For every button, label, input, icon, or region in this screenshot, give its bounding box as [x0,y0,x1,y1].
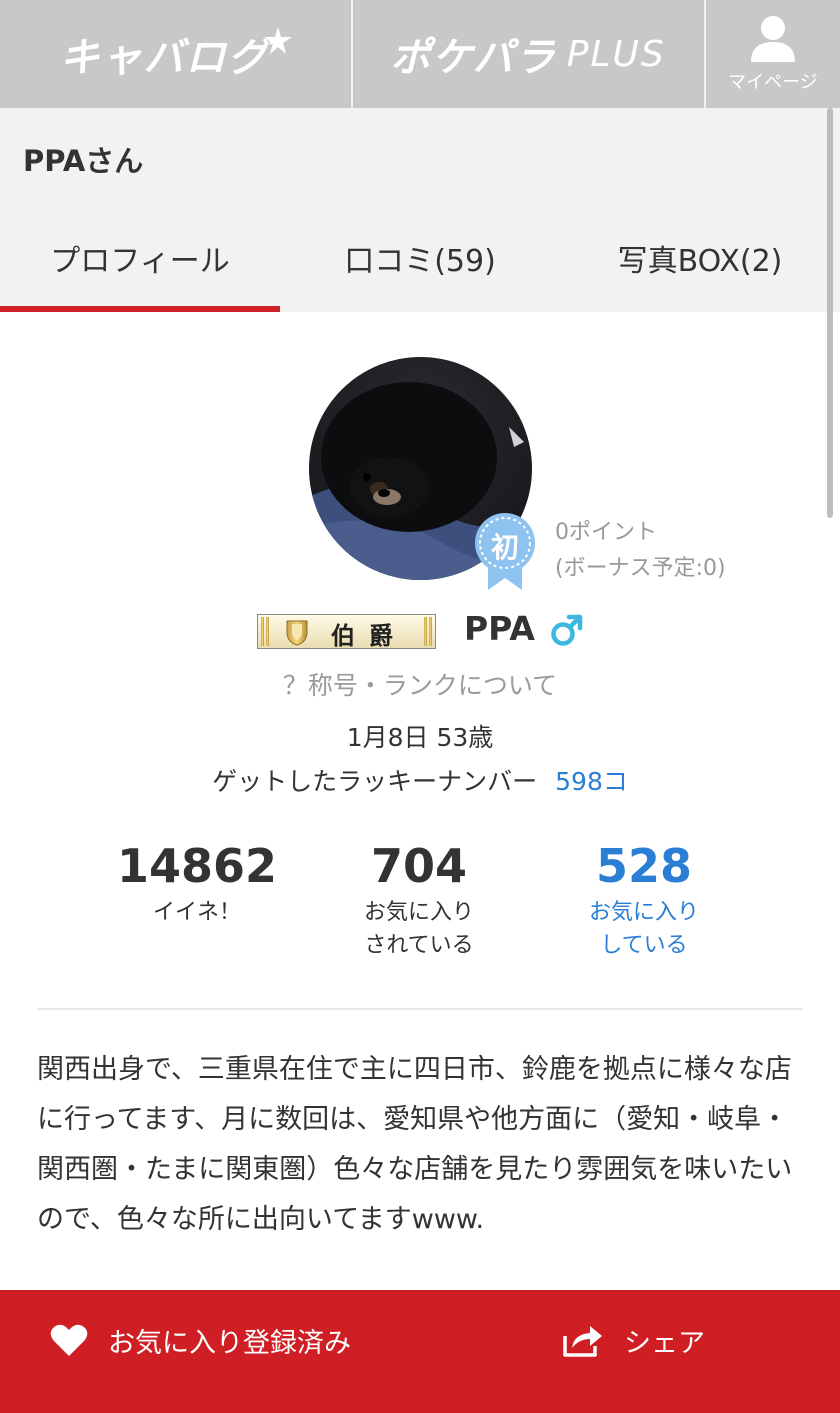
birthday-age: 1月8日 53歳 [346,723,494,752]
tab-reviews[interactable]: 口コミ(59) [280,204,560,312]
page-title: PPAさん [23,144,144,178]
stat-likes: 14862 イイネ！ [85,838,309,929]
stat-favorited-label: お気に入り されている [307,896,531,962]
heart-icon [50,1323,88,1357]
stat-likes-value: 14862 [116,839,278,893]
stat-favoriting-label[interactable]: お気に入り している [532,896,756,962]
lucky-number-count[interactable]: 598コ [555,767,628,796]
pokepara-logo: ポケパラ [390,35,557,81]
favorite-button[interactable]: お気に入り登録済み [50,1290,351,1390]
bonus-value: (ボーナス予定:0) [555,556,726,581]
stat-favoriting[interactable]: 528 お気に入り している [532,838,756,962]
profile-page: キャバログ ポケパラ PLUS マイページ PPAさん プロフィール 口コミ(5… [0,0,840,1413]
stat-favorited: 704 お気に入り されている [307,838,531,962]
favorite-button-label: お気に入り登録済み [108,1327,351,1359]
male-icon [551,614,583,646]
active-tab-indicator [0,306,280,312]
points-info: 0ポイント (ボーナス予定:0) [555,515,726,587]
lucky-number-label: ゲットしたラッキーナンバー [212,767,538,796]
share-icon [562,1322,604,1358]
bio-text: 関西出身で、三重県在住で主に四日市、鈴鹿を拠点に様々な店に行ってます、月に数回は… [37,1054,793,1235]
stat-favoriting-label-line2[interactable]: している [532,929,756,962]
profile-tabs: プロフィール 口コミ(59) 写真BOX(2) [0,204,840,312]
divider [37,1008,803,1010]
stat-favoriting-label-line1[interactable]: お気に入り [532,896,756,929]
stat-likes-label: イイネ！ [152,900,241,925]
pokepara-plus-logo-link[interactable]: ポケパラ PLUS [353,0,703,108]
stat-favorited-label-line2: されている [364,933,474,958]
mypage-label: マイページ [728,72,818,93]
cabalog-logo: キャバログ [59,35,270,81]
cabalog-logo-link[interactable]: キャバログ [0,0,351,108]
plus-label: PLUS [566,33,666,75]
lucky-number-row: ゲットしたラッキーナンバー 598コ [0,762,840,798]
profile-name: PPA [464,609,535,648]
user-icon [751,16,795,62]
tab-photo-box[interactable]: 写真BOX(2) [560,204,840,312]
mypage-button[interactable]: マイページ [706,0,840,108]
top-nav: キャバログ ポケパラ PLUS マイページ [0,0,840,108]
title-plate-label: 伯爵 [331,622,407,650]
scrollbar[interactable] [827,108,833,518]
stat-favoriting-value[interactable]: 528 [532,838,756,894]
share-button-label: シェア [624,1327,705,1359]
bottom-action-bar: お気に入り登録済み シェア [0,1290,840,1413]
user-header: PPAさん [0,108,840,204]
share-button[interactable]: シェア [562,1290,705,1390]
rank-badge: 初 [474,512,536,592]
tab-profile[interactable]: プロフィール [0,204,280,312]
rank-info-link[interactable]: ？称号・ランクについて [0,666,840,702]
stat-favorited-value: 704 [370,839,468,893]
points-value: 0ポイント [555,520,657,545]
stat-favorited-label-line1: お気に入り [363,900,474,925]
rank-badge-label: 初 [490,531,519,564]
sparkle-icon [263,27,292,54]
title-plate: 伯爵 [257,614,436,650]
